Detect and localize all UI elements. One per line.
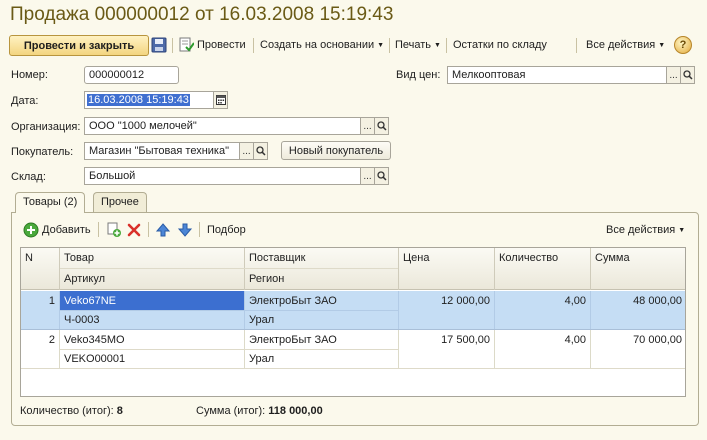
cell-article: Ч-0003 — [64, 314, 100, 326]
price-type-field[interactable]: Мелкооптовая — [447, 66, 667, 84]
header-qty[interactable]: Количество — [499, 252, 558, 264]
create-based-on-menu[interactable]: Создать на основании ▼ — [260, 39, 384, 51]
price-type-label: Вид цен: — [396, 69, 441, 81]
date-value: 16.03.2008 15:19:43 — [87, 94, 190, 106]
header-n[interactable]: N — [25, 252, 33, 264]
organization-select-button[interactable]: ... — [360, 117, 375, 135]
search-icon — [376, 121, 387, 131]
save-icon[interactable] — [151, 37, 167, 53]
tab-other[interactable]: Прочее — [93, 192, 147, 212]
total-sum: Сумма (итог): 118 000,00 — [196, 405, 323, 417]
cell-supplier: ЭлектроБыт ЗАО — [249, 295, 337, 307]
new-buyer-button[interactable]: Новый покупатель — [281, 141, 391, 160]
warehouse-field[interactable]: Большой — [84, 167, 361, 185]
cell-region: Урал — [249, 353, 275, 365]
cell-region: Урал — [249, 314, 275, 326]
header-region[interactable]: Регион — [249, 273, 284, 285]
chevron-down-icon: ▼ — [658, 42, 666, 49]
stock-balance-button[interactable]: Остатки по складу — [453, 39, 547, 51]
tab-goods[interactable]: Товары (2) — [15, 192, 86, 213]
table-all-actions-menu[interactable]: Все действия ▼ — [606, 224, 685, 236]
cell-price: 12 000,00 — [441, 295, 490, 307]
cell-article: VEKO00001 — [64, 353, 126, 365]
print-menu[interactable]: Печать ▼ — [395, 39, 441, 51]
number-field[interactable]: 000000012 — [84, 66, 179, 84]
window-title: Продажа 000000012 от 16.03.2008 15:19:43 — [10, 4, 394, 25]
organization-field[interactable]: ООО "1000 мелочей" — [84, 117, 361, 135]
all-actions-menu[interactable]: Все действия ▼ — [586, 39, 665, 51]
help-icon[interactable]: ? — [674, 36, 692, 54]
header-supplier[interactable]: Поставщик — [249, 252, 305, 264]
chevron-down-icon: ▼ — [434, 42, 441, 49]
price-type-select-button[interactable]: ... — [666, 66, 681, 84]
cell-qty: 4,00 — [564, 334, 586, 346]
chevron-down-icon: ▼ — [377, 42, 385, 49]
post-button[interactable]: Провести — [197, 39, 246, 51]
total-qty-value: 8 — [116, 405, 123, 417]
buyer-label: Покупатель: — [11, 146, 74, 158]
calendar-button[interactable] — [213, 91, 228, 109]
goods-table[interactable]: N Товар Артикул Поставщик Регион Цена Ко… — [20, 247, 686, 397]
cell-qty: 4,00 — [564, 295, 586, 307]
add-icon[interactable] — [23, 222, 39, 238]
cell-price: 17 500,00 — [441, 334, 490, 346]
table-row[interactable]: 1 Veko67NE Ч-0003 ЭлектроБыт ЗАО Урал 12… — [21, 291, 685, 329]
header-sum[interactable]: Сумма — [595, 252, 630, 264]
post-document-icon[interactable] — [178, 37, 194, 53]
table-header: N Товар Артикул Поставщик Регион Цена Ко… — [21, 248, 685, 290]
cell-n: 1 — [48, 295, 55, 307]
move-down-icon[interactable] — [177, 222, 193, 238]
table-row[interactable]: 2 Veko345MO VEKO00001 ЭлектроБыт ЗАО Ура… — [21, 330, 685, 368]
search-icon — [376, 171, 387, 181]
warehouse-label: Склад: — [11, 171, 46, 183]
selection-button[interactable]: Подбор — [207, 224, 246, 236]
buyer-open-button[interactable] — [253, 142, 268, 160]
date-field[interactable]: 16.03.2008 15:19:43 — [84, 91, 214, 109]
cell-sum: 70 000,00 — [633, 334, 682, 346]
organization-label: Организация: — [11, 121, 81, 133]
calendar-icon — [215, 95, 226, 105]
cell-sum: 48 000,00 — [633, 295, 682, 307]
cell-n: 2 — [48, 334, 55, 346]
warehouse-select-button[interactable]: ... — [360, 167, 375, 185]
chevron-down-icon: ▼ — [678, 227, 686, 234]
header-article[interactable]: Артикул — [64, 273, 105, 285]
total-sum-value: 118 000,00 — [268, 405, 323, 417]
price-type-open-button[interactable] — [680, 66, 695, 84]
post-and-close-button[interactable]: Провести и закрыть — [9, 35, 149, 56]
header-price[interactable]: Цена — [403, 252, 429, 264]
date-label: Дата: — [11, 95, 39, 107]
number-label: Номер: — [11, 69, 48, 81]
buyer-select-button[interactable]: ... — [239, 142, 254, 160]
total-qty: Количество (итог): 8 — [20, 405, 123, 417]
cell-supplier: ЭлектроБыт ЗАО — [249, 334, 337, 346]
cell-product[interactable]: Veko345MO — [64, 334, 125, 346]
search-icon — [682, 70, 693, 80]
search-icon — [255, 146, 266, 156]
buyer-field[interactable]: Магазин "Бытовая техника" — [84, 142, 240, 160]
header-product[interactable]: Товар — [64, 252, 94, 264]
move-up-icon[interactable] — [155, 222, 171, 238]
warehouse-open-button[interactable] — [374, 167, 389, 185]
cell-product[interactable]: Veko67NE — [64, 295, 116, 307]
delete-icon[interactable] — [126, 222, 142, 238]
organization-open-button[interactable] — [374, 117, 389, 135]
table-toolbar: Добавить Подбор Все действия ▼ — [12, 222, 688, 238]
copy-icon[interactable] — [106, 222, 122, 238]
add-row-button[interactable]: Добавить — [42, 224, 91, 236]
main-toolbar: Провести и закрыть Провести Создать на о… — [8, 35, 700, 57]
